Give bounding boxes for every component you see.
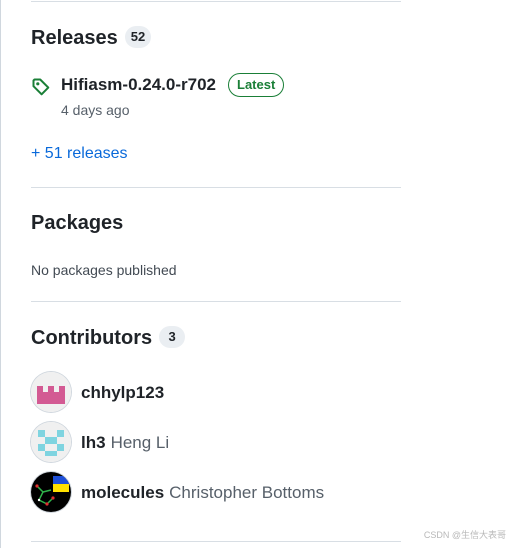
contributor-login-link[interactable]: molecules Christopher Bottoms [81,483,324,503]
contributor-login[interactable]: lh3 [81,433,106,452]
divider-top [31,1,401,2]
tag-icon [31,77,51,97]
avatar[interactable] [31,422,71,462]
contributor-login-link[interactable]: chhylp123 [81,383,164,403]
packages-title[interactable]: Packages [31,212,123,234]
sidebar-left-border [0,0,1,548]
contributor-login[interactable]: molecules [81,483,164,502]
release-name-link[interactable]: Hifiasm-0.24.0-r702 [61,75,216,95]
contributors-count-badge: 3 [159,326,186,348]
watermark: CSDN @生信大表哥 [423,530,506,540]
no-packages-text: No packages published [31,262,177,278]
more-releases-link[interactable]: + 51 releases [31,145,128,163]
contributors-title[interactable]: Contributors [31,327,152,349]
avatar[interactable] [31,372,71,412]
divider-releases [31,187,401,188]
packages-heading[interactable]: Packages [31,212,123,235]
divider-contributors [31,541,401,542]
releases-count-badge: 52 [124,26,152,48]
latest-release: Hifiasm-0.24.0-r702 Latest 4 days ago [31,72,401,122]
contributor-fullname: Christopher Bottoms [169,483,325,502]
releases-heading[interactable]: Releases 52 [31,26,152,50]
avatar[interactable] [31,472,71,512]
divider-packages [31,301,401,302]
contributor-login[interactable]: chhylp123 [81,383,164,402]
releases-title[interactable]: Releases [31,27,118,49]
contributors-heading[interactable]: Contributors 3 [31,326,186,350]
contributor-item[interactable]: molecules Christopher Bottoms [31,472,401,512]
contributor-login-link[interactable]: lh3 Heng Li [81,433,169,453]
contributor-fullname: Heng Li [110,433,170,452]
contributor-item[interactable]: chhylp123 [31,372,401,412]
contributor-item[interactable]: lh3 Heng Li [31,422,401,462]
latest-badge: Latest [228,73,285,97]
release-date: 4 days ago [61,102,130,118]
